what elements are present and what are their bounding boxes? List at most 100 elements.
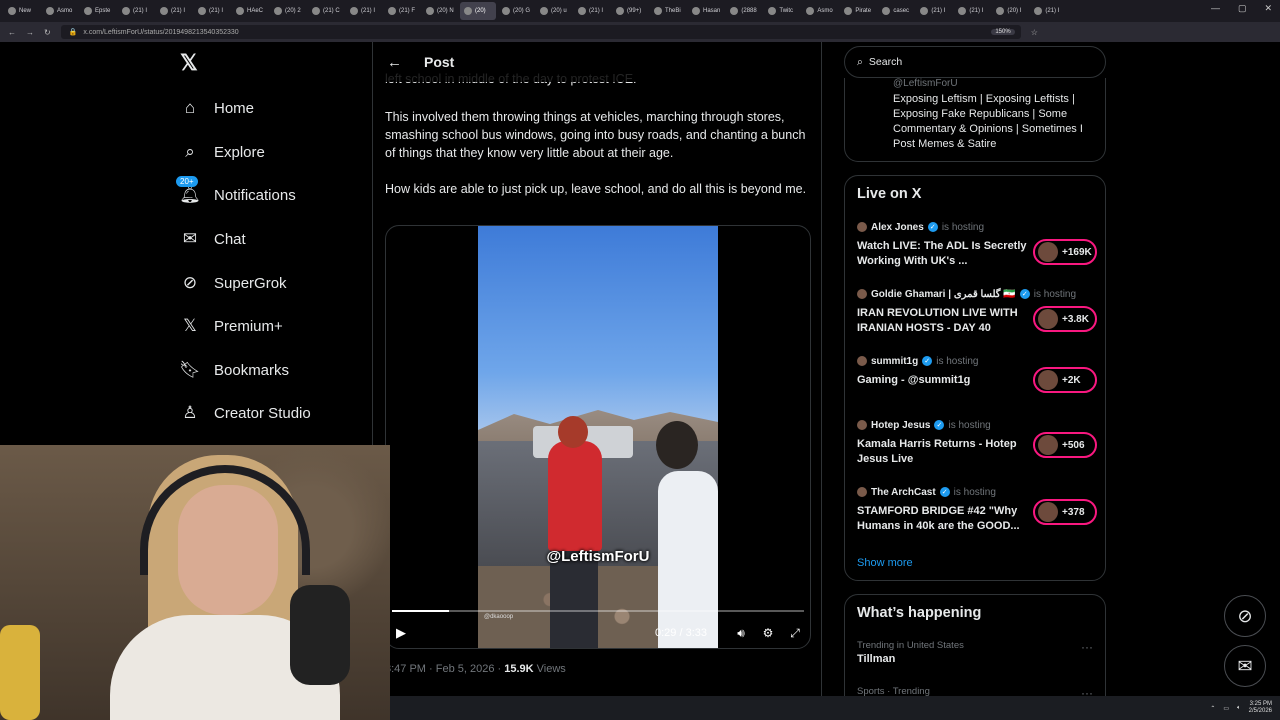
browser-tab[interactable]: (20) G [498,2,534,20]
live-item[interactable]: The ArchCast ✓ is hosting STAMFORD BRIDGE … [857,485,1097,534]
live-listeners-pill[interactable]: +506 [1033,432,1097,458]
host-name: Goldie Ghamari | گلسا قمری 🇮🇷 [871,288,1016,300]
browser-tab[interactable]: (2888 [726,2,762,20]
tab-favicon-icon [616,7,625,15]
browser-tab[interactable]: (20) [460,2,496,20]
browser-tab[interactable]: HAeC [232,2,268,20]
browser-tab[interactable]: (21) I [1030,2,1066,20]
x-logo-icon[interactable]: 𝕏 [180,52,202,74]
browser-tab[interactable]: Asmo [42,2,78,20]
browser-tab[interactable]: (21) F [384,2,420,20]
happening-title: What’s happening [857,605,982,621]
nav-item-bookmarks[interactable]: 🔖︎ Bookmarks [179,357,290,383]
nav-label: Explore [214,143,265,161]
creator-icon: ♙ [182,403,198,422]
browser-tab[interactable]: (20) N [422,2,458,20]
settings-gear-icon[interactable]: ⚙ [761,626,775,640]
live-listeners-pill[interactable]: +378 [1033,499,1097,525]
nav-item-creator-studio[interactable]: ♙ Creator Studio [180,400,310,426]
nav-label: Chat [214,230,246,248]
address-bar[interactable]: 🔒 x.com/LeftismForU/status/2019498213540… [60,25,1021,39]
volume-tray-icon[interactable]: 🔈︎ [1237,705,1241,712]
forward-icon[interactable]: → [26,28,34,37]
browser-tab[interactable]: New [4,2,40,20]
browser-tab[interactable]: (99+) [612,2,648,20]
play-icon[interactable]: ▶ [396,625,406,641]
grok-fab-icon[interactable]: ⊘ [1224,595,1266,637]
host-name: summit1g [871,355,919,367]
avatar [1038,370,1058,390]
live-title: IRAN REVOLUTION LIVE WITH IRANIAN HOSTS … [857,307,1018,334]
post-timestamp[interactable]: 3:47 PM · Feb 5, 2026 · [385,663,504,675]
tray-chevron-icon[interactable]: ⌃ [1210,705,1215,712]
nav-label: Notifications [214,186,296,204]
tab-favicon-icon [996,7,1005,15]
browser-tab[interactable]: (21) I [346,2,382,20]
trend-item[interactable]: Trending in United States Tillman ··· [857,640,1093,665]
tab-favicon-icon [844,7,853,15]
show-more-link[interactable]: Show more [857,557,913,569]
browser-tab[interactable]: (21) C [308,2,344,20]
verified-badge-icon: ✓ [934,420,945,430]
system-clock[interactable]: 3:25 PM 2/5/2026 [1249,701,1272,715]
home-icon: ⌂ [184,98,196,117]
zoom-indicator[interactable]: 150% [991,29,1015,35]
reload-icon[interactable]: ↻ [44,28,51,37]
nav-label: Bookmarks [214,361,290,379]
back-arrow-icon[interactable]: ← [387,54,402,71]
browser-tab[interactable]: (20) 2 [270,2,306,20]
browser-tab[interactable]: (21) I [916,2,952,20]
fullscreen-icon[interactable]: ⤢ [788,626,802,640]
live-listeners-pill[interactable]: +3.8K [1033,306,1097,332]
browser-tab[interactable]: (21) I [574,2,610,20]
nav-item-explore[interactable]: ⌕ Explore [180,139,265,165]
video-player[interactable]: @LeftismForU @dkaooop ▶ 0:29 / 3:33 🔊︎ ⚙… [385,225,811,649]
video-progress-bar[interactable] [392,610,804,612]
live-item[interactable]: Alex Jones ✓ is hosting Watch LIVE: The AD… [857,220,1097,269]
browser-tab[interactable]: casec [878,2,914,20]
browser-tab[interactable]: TheBi [650,2,686,20]
browser-tab[interactable]: (21) I [118,2,154,20]
maximize-icon[interactable]: ▢ [1238,3,1247,14]
browser-tab[interactable]: (21) I [156,2,192,20]
nav-item-supergrok[interactable]: ⊘ SuperGrok [180,270,287,296]
post-column: ← Post left school in middle of the day … [372,42,822,720]
messages-fab-icon[interactable]: ✉ [1224,645,1266,687]
back-icon[interactable]: ← [8,28,16,37]
nav-item-chat[interactable]: ✉ Chat [180,226,246,252]
browser-tab[interactable]: (21) I [194,2,230,20]
verified-badge-icon: ✓ [927,222,938,232]
live-listeners-pill[interactable]: +169K [1033,239,1097,265]
tab-favicon-icon [920,7,929,15]
browser-tab[interactable]: Asmo [802,2,838,20]
browser-tab[interactable]: Pirate [840,2,876,20]
more-options-icon[interactable]: ··· [1081,640,1093,654]
browser-tab[interactable]: Twitc [764,2,800,20]
browser-tab[interactable]: (21) I [954,2,990,20]
browser-tab[interactable]: (20) I [992,2,1028,20]
live-listeners-pill[interactable]: +2K [1033,367,1097,393]
close-window-icon[interactable]: ✕ [1264,3,1272,14]
browser-tab[interactable]: (20) u [536,2,572,20]
network-icon[interactable]: ▭ [1223,705,1229,712]
browser-tab[interactable]: Epste [80,2,116,20]
browser-tab[interactable]: Hasan [688,2,724,20]
tab-favicon-icon [46,7,54,15]
live-item[interactable]: Goldie Ghamari | گلسا قمری 🇮🇷 ✓ is hosting… [857,287,1097,336]
search-input[interactable]: ⌕ Search [844,46,1106,78]
nav-item-notifications[interactable]: 🔔︎ 20+ Notifications [176,176,296,208]
clock-date: 2/5/2026 [1248,708,1272,714]
bookmark-star-icon[interactable]: ☆ [1031,28,1038,37]
video-watermark: @LeftismForU [546,548,650,565]
nav-item-home[interactable]: ⌂ Home [180,95,254,121]
live-item[interactable]: Hotep Jesus ✓ is hosting Kamala Harris Ret… [857,418,1097,467]
avatar [1038,242,1058,262]
tab-label: (21) I [589,8,604,14]
minimize-icon[interactable]: — [1211,3,1220,14]
video-frame[interactable]: @LeftismForU @dkaooop [478,226,718,648]
avatar [1038,309,1058,329]
nav-item-premium[interactable]: 𝕏 Premium+ [180,313,283,339]
volume-icon[interactable]: 🔊︎ [734,626,748,640]
tab-label: (21) I [361,8,376,14]
live-item[interactable]: summit1g ✓ is hosting Gaming - @summit1g +… [857,354,1097,393]
